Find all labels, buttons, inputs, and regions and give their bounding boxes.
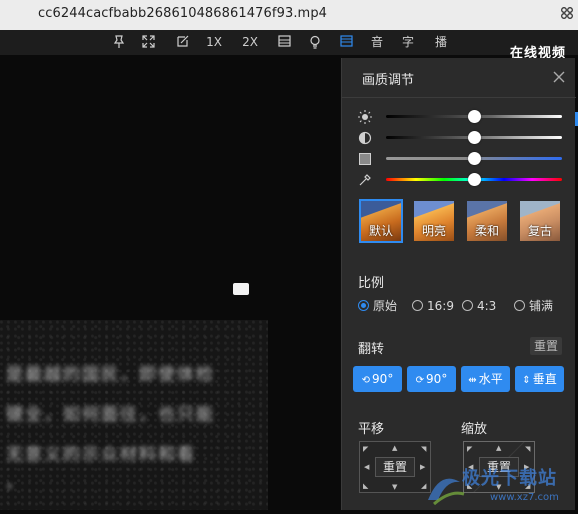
arrow-left-icon[interactable]: ◀ <box>364 463 369 471</box>
video-frame: 是最越的国民，即使体检 键全，如何面往，也只能 无意义的示众材料和看 • <box>0 320 268 510</box>
video-area[interactable]: 是最越的国民，即使体检 键全，如何面往，也只能 无意义的示众材料和看 • <box>0 55 340 514</box>
screenshot-icon[interactable] <box>174 33 190 51</box>
arrow-down-icon[interactable]: ▼ <box>392 483 397 491</box>
video-text-line: 是最越的国民，即使体检 <box>6 365 215 385</box>
video-marker <box>233 283 249 295</box>
video-text-line: 键全，如何面往，也只能 <box>6 405 215 425</box>
grid-icon[interactable] <box>560 6 574 20</box>
slider-knob[interactable] <box>467 110 481 123</box>
speed-1x-button[interactable]: 1X <box>204 33 224 51</box>
ratio-original-radio[interactable]: 原始 <box>358 298 397 314</box>
slider-knob[interactable] <box>467 173 481 186</box>
saturation-icon <box>359 153 371 165</box>
arrow-upright-icon[interactable]: ◥ <box>421 445 426 453</box>
arrow-downleft-icon[interactable]: ◣ <box>363 482 368 490</box>
move-reset-button[interactable]: 重置 <box>375 457 415 477</box>
arrow-up-icon[interactable]: ▲ <box>392 444 397 452</box>
zoom-title: 缩放 <box>461 422 488 437</box>
title-bar: cc6244cacfbabb268610486861476f93.mp4 <box>0 0 578 30</box>
picture-adjust-panel: 画质调节 默认 明亮 柔和 复古 比例 原始 16:9 4:3 铺满 翻转 重置… <box>341 58 576 510</box>
layout-icon[interactable] <box>276 33 292 51</box>
ratio-title: 比例 <box>358 276 385 291</box>
flip-reset-button[interactable]: 重置 <box>530 337 562 355</box>
ratio-fill-radio[interactable]: 铺满 <box>514 298 553 314</box>
brightness-slider[interactable] <box>358 110 564 124</box>
window-title: cc6244cacfbabb268610486861476f93.mp4 <box>38 6 328 21</box>
flip-horizontal-button[interactable]: ⇹ 水平 <box>461 366 510 392</box>
preset-retro[interactable]: 复古 <box>518 199 562 243</box>
panel-header: 画质调节 <box>342 58 576 98</box>
zoom-upleft-icon[interactable]: ◤ <box>467 445 472 453</box>
pin-icon[interactable] <box>111 33 127 51</box>
subtitle-button[interactable]: 字 <box>400 33 416 51</box>
hue-slider[interactable] <box>358 173 564 187</box>
close-icon[interactable] <box>552 70 566 84</box>
saturation-slider[interactable] <box>358 152 564 166</box>
slider-knob[interactable] <box>467 131 481 144</box>
rotate-left-button[interactable]: ⟲ 90° <box>353 366 402 392</box>
video-text-line: • <box>6 480 16 494</box>
move-title: 平移 <box>358 422 385 437</box>
contrast-icon <box>358 131 372 145</box>
rotate-right-button[interactable]: ⟳ 90° <box>407 366 456 392</box>
ratio-16-9-radio[interactable]: 16:9 <box>412 298 454 314</box>
ratio-options: 原始 16:9 4:3 铺满 <box>358 298 564 314</box>
player-toolbar: 1X 2X 音 字 播 <box>0 30 578 55</box>
eyedropper-icon <box>359 174 371 186</box>
panel-title: 画质调节 <box>362 73 415 88</box>
flip-vertical-button[interactable]: ⇕ 垂直 <box>515 366 564 392</box>
video-text-line: 无意义的示众材料和看 <box>6 445 196 465</box>
preset-default[interactable]: 默认 <box>359 199 403 243</box>
play-button[interactable]: 播 <box>433 33 449 51</box>
watermark-text: 极光下载站 <box>462 468 557 489</box>
flip-title: 翻转 <box>358 342 385 357</box>
bulb-icon[interactable] <box>307 33 323 51</box>
ratio-4-3-radio[interactable]: 4:3 <box>462 298 496 314</box>
contrast-slider[interactable] <box>358 131 564 145</box>
slider-knob[interactable] <box>467 152 481 165</box>
preset-soft[interactable]: 柔和 <box>465 199 509 243</box>
fullscreen-icon[interactable] <box>140 33 156 51</box>
sun-icon <box>358 110 372 124</box>
zoom-in-icon[interactable]: ▲ <box>496 444 501 452</box>
picture-icon[interactable] <box>338 33 354 51</box>
audio-button[interactable]: 音 <box>369 33 385 51</box>
arrow-upleft-icon[interactable]: ◤ <box>363 445 368 453</box>
zoom-upright-icon[interactable]: ◥ <box>525 445 530 453</box>
preset-bright[interactable]: 明亮 <box>412 199 456 243</box>
watermark-url: www.xz7.com <box>490 492 559 503</box>
speed-2x-button[interactable]: 2X <box>240 33 260 51</box>
preset-list: 默认 明亮 柔和 复古 <box>359 199 565 243</box>
